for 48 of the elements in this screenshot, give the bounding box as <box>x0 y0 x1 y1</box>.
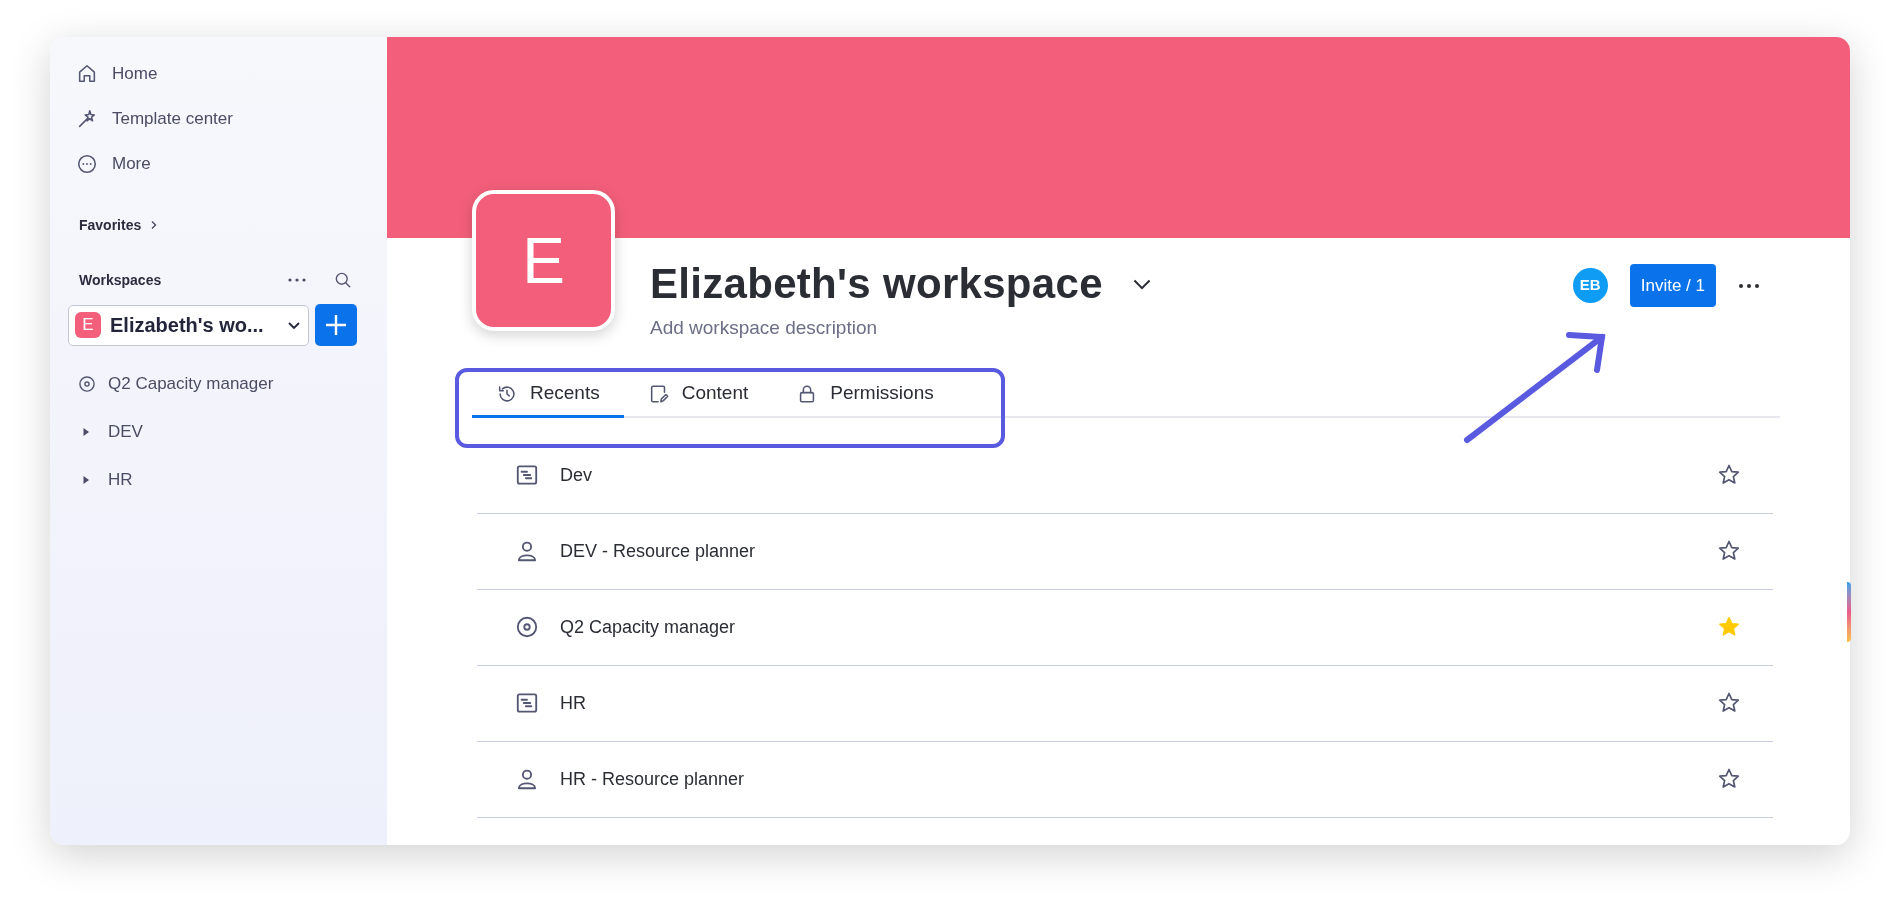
star-icon[interactable] <box>1717 767 1741 791</box>
item-title: HR <box>560 691 587 715</box>
star-icon[interactable] <box>1717 539 1741 563</box>
item-title: DEV - Resource planner <box>560 539 757 563</box>
item-title: Dev <box>560 463 593 487</box>
workspace-badge: E <box>75 312 101 338</box>
tab[interactable]: Permissions <box>772 372 958 418</box>
caret-right-icon[interactable] <box>81 427 91 437</box>
workspace-title: Elizabeth's workspace <box>650 259 1103 309</box>
board-icon <box>514 690 540 716</box>
home-icon <box>76 62 98 85</box>
add-workspace-button[interactable] <box>315 304 357 346</box>
workspace-name: Elizabeth's wo... <box>110 313 265 338</box>
workspace-dropdown[interactable]: E Elizabeth's wo... <box>68 304 309 346</box>
invite-button[interactable]: Invite / 1 <box>1629 264 1716 307</box>
target-icon <box>77 374 97 394</box>
recent-item[interactable]: Dev <box>477 437 1773 514</box>
recent-item[interactable]: DEV - Resource planner <box>477 513 1773 590</box>
star-icon[interactable] <box>1717 615 1741 639</box>
nav-item[interactable]: Template center <box>50 96 387 141</box>
more-icon[interactable] <box>1738 282 1760 289</box>
section-title: Workspaces <box>79 270 163 290</box>
tree-item[interactable]: Q2 Capacity manager <box>50 360 387 408</box>
tab[interactable]: Content <box>623 372 773 418</box>
side-handle[interactable] <box>1847 582 1851 642</box>
more-icon <box>76 152 98 175</box>
recent-item[interactable]: HR - Resource planner <box>477 741 1773 818</box>
nav-item[interactable]: Home <box>50 51 387 96</box>
recent-item[interactable]: Q2 Capacity manager <box>477 589 1773 666</box>
recent-item[interactable]: HR <box>477 665 1773 742</box>
user-avatar: EB <box>1572 268 1608 303</box>
tab[interactable]: Recents <box>472 372 624 418</box>
magic-wand-icon <box>76 107 98 130</box>
tree-item[interactable]: DEV <box>50 408 387 456</box>
plus-icon <box>324 313 348 337</box>
more-icon[interactable] <box>287 277 307 283</box>
star-icon[interactable] <box>1717 691 1741 715</box>
tree-item[interactable]: HR <box>50 456 387 504</box>
target-icon <box>514 614 540 640</box>
description-field[interactable]: Add workspace description <box>650 314 1573 343</box>
item-title: HR - Resource planner <box>560 767 746 791</box>
search-icon[interactable] <box>333 270 353 290</box>
caret-right-icon[interactable] <box>81 475 91 485</box>
board-icon <box>514 462 540 488</box>
favorites-link[interactable]: Favorites <box>50 204 387 246</box>
nav-item[interactable]: More <box>50 141 387 186</box>
star-icon[interactable] <box>1717 463 1741 487</box>
item-title: Q2 Capacity manager <box>560 615 737 639</box>
